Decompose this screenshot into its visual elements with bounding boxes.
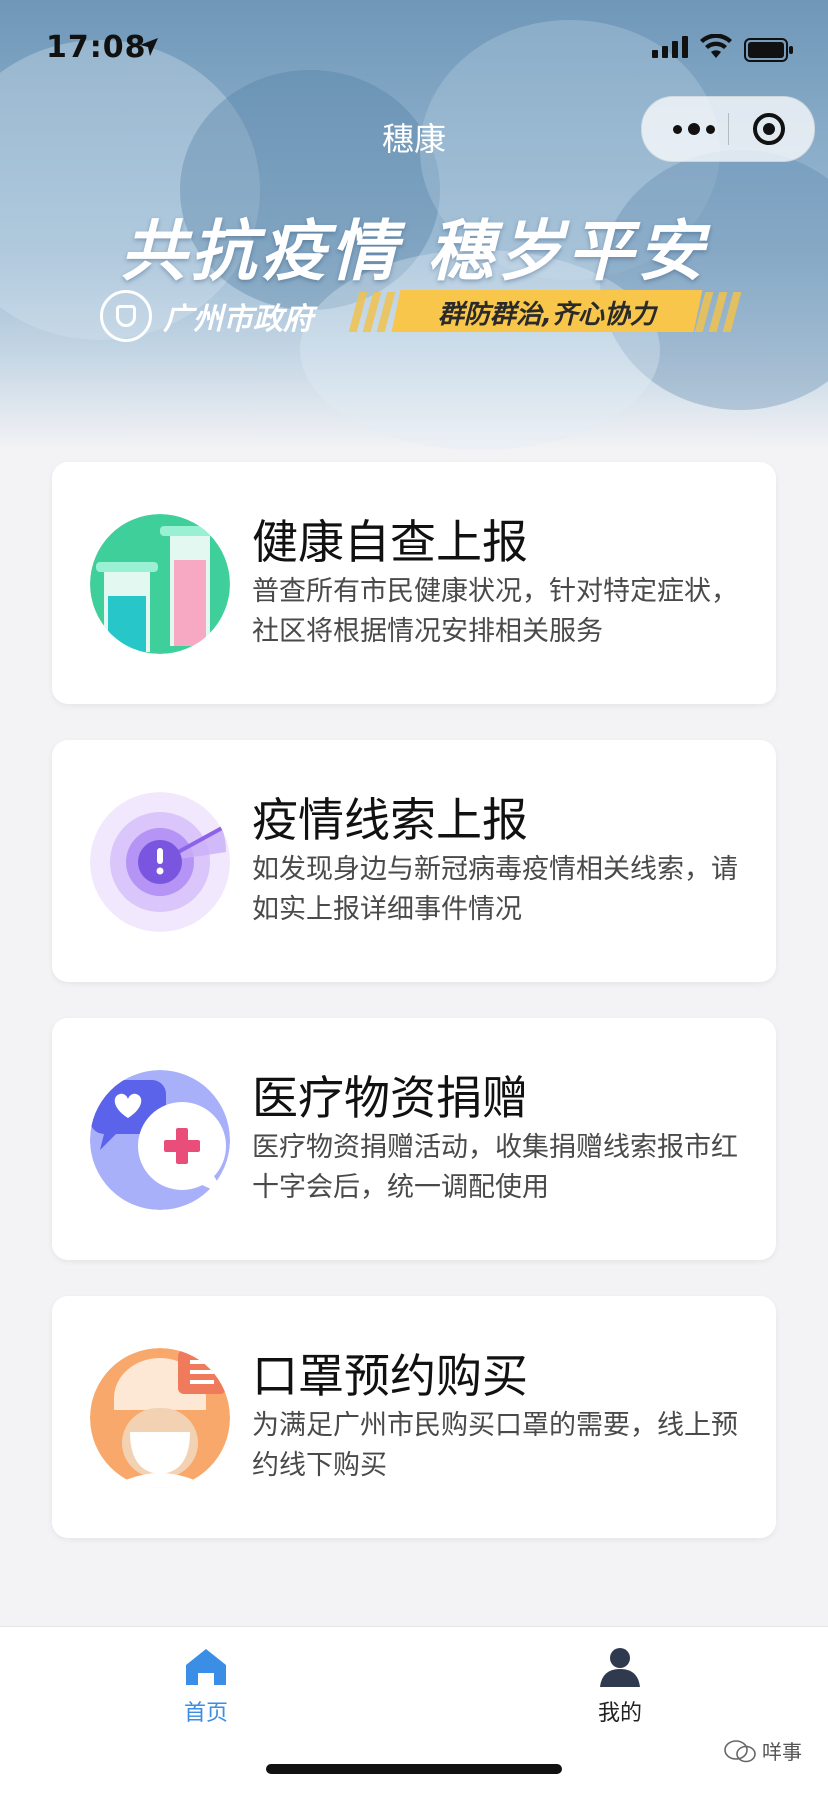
card-description: 如发现身边与新冠病毒疫情相关线索，请如实上报详细事件情况 <box>252 854 738 925</box>
close-miniprogram-button[interactable] <box>753 113 785 145</box>
tab-me[interactable]: 我的 <box>550 1637 690 1737</box>
tab-me-label: 我的 <box>597 1701 642 1726</box>
location-arrow-icon <box>140 38 158 56</box>
card-medical-donation[interactable]: 医疗物资捐赠 医疗物资捐赠活动，收集捐赠线索报市红十字会后，统一调配使用 <box>52 1018 776 1260</box>
gov-emblem-icon <box>100 290 152 342</box>
gov-name: 广州市政府 <box>163 302 313 337</box>
hero-slogan: 共抗疫情 穗岁平安 <box>120 213 708 290</box>
card-health-self-report[interactable]: 健康自查上报 普查所有市民健康状况，针对特定症状，社区将根据情况安排相关服务 <box>52 462 776 704</box>
hero-banner-text: 群防群治,齐心协力 <box>438 300 656 330</box>
card-mask-reservation[interactable]: 口罩预约购买 为满足广州市民购买口罩的需要，线上预约线下购买 <box>52 1296 776 1538</box>
home-indicator[interactable] <box>266 1764 562 1774</box>
radar-alert-icon <box>90 792 230 932</box>
banner-stripes-left <box>348 292 396 332</box>
card-title: 口罩预约购买 <box>252 1349 528 1403</box>
wechat-watermark-icon <box>724 1740 756 1763</box>
banner-stripes-right <box>694 292 742 332</box>
card-title: 医疗物资捐赠 <box>252 1071 528 1125</box>
tab-home[interactable]: 首页 <box>136 1637 276 1737</box>
status-time: 17:08 <box>46 30 147 65</box>
test-tubes-icon <box>90 514 230 654</box>
donation-chat-icon <box>90 1070 230 1210</box>
doctor-mask-icon <box>90 1348 230 1488</box>
card-epidemic-clue-report[interactable]: 疫情线索上报 如发现身边与新冠病毒疫情相关线索，请如实上报详细事件情况 <box>52 740 776 982</box>
more-options-button[interactable] <box>664 115 724 143</box>
card-title: 健康自查上报 <box>252 515 528 569</box>
tab-home-label: 首页 <box>183 1701 228 1726</box>
wifi-icon <box>700 34 732 58</box>
miniprogram-capsule <box>641 96 815 162</box>
card-description: 医疗物资捐赠活动，收集捐赠线索报市红十字会后，统一调配使用 <box>252 1132 738 1203</box>
card-description: 普查所有市民健康状况，针对特定症状，社区将根据情况安排相关服务 <box>252 576 738 647</box>
capsule-divider <box>728 113 729 145</box>
status-bar: 17:08 <box>0 0 828 100</box>
watermark-text: 咩事 <box>762 1740 802 1764</box>
cellular-signal-icon <box>652 36 688 58</box>
home-icon <box>186 1649 226 1685</box>
battery-icon <box>744 38 793 62</box>
user-icon <box>600 1648 640 1687</box>
card-title: 疫情线索上报 <box>252 793 528 847</box>
card-description: 为满足广州市民购买口罩的需要，线上预约线下购买 <box>252 1410 738 1481</box>
